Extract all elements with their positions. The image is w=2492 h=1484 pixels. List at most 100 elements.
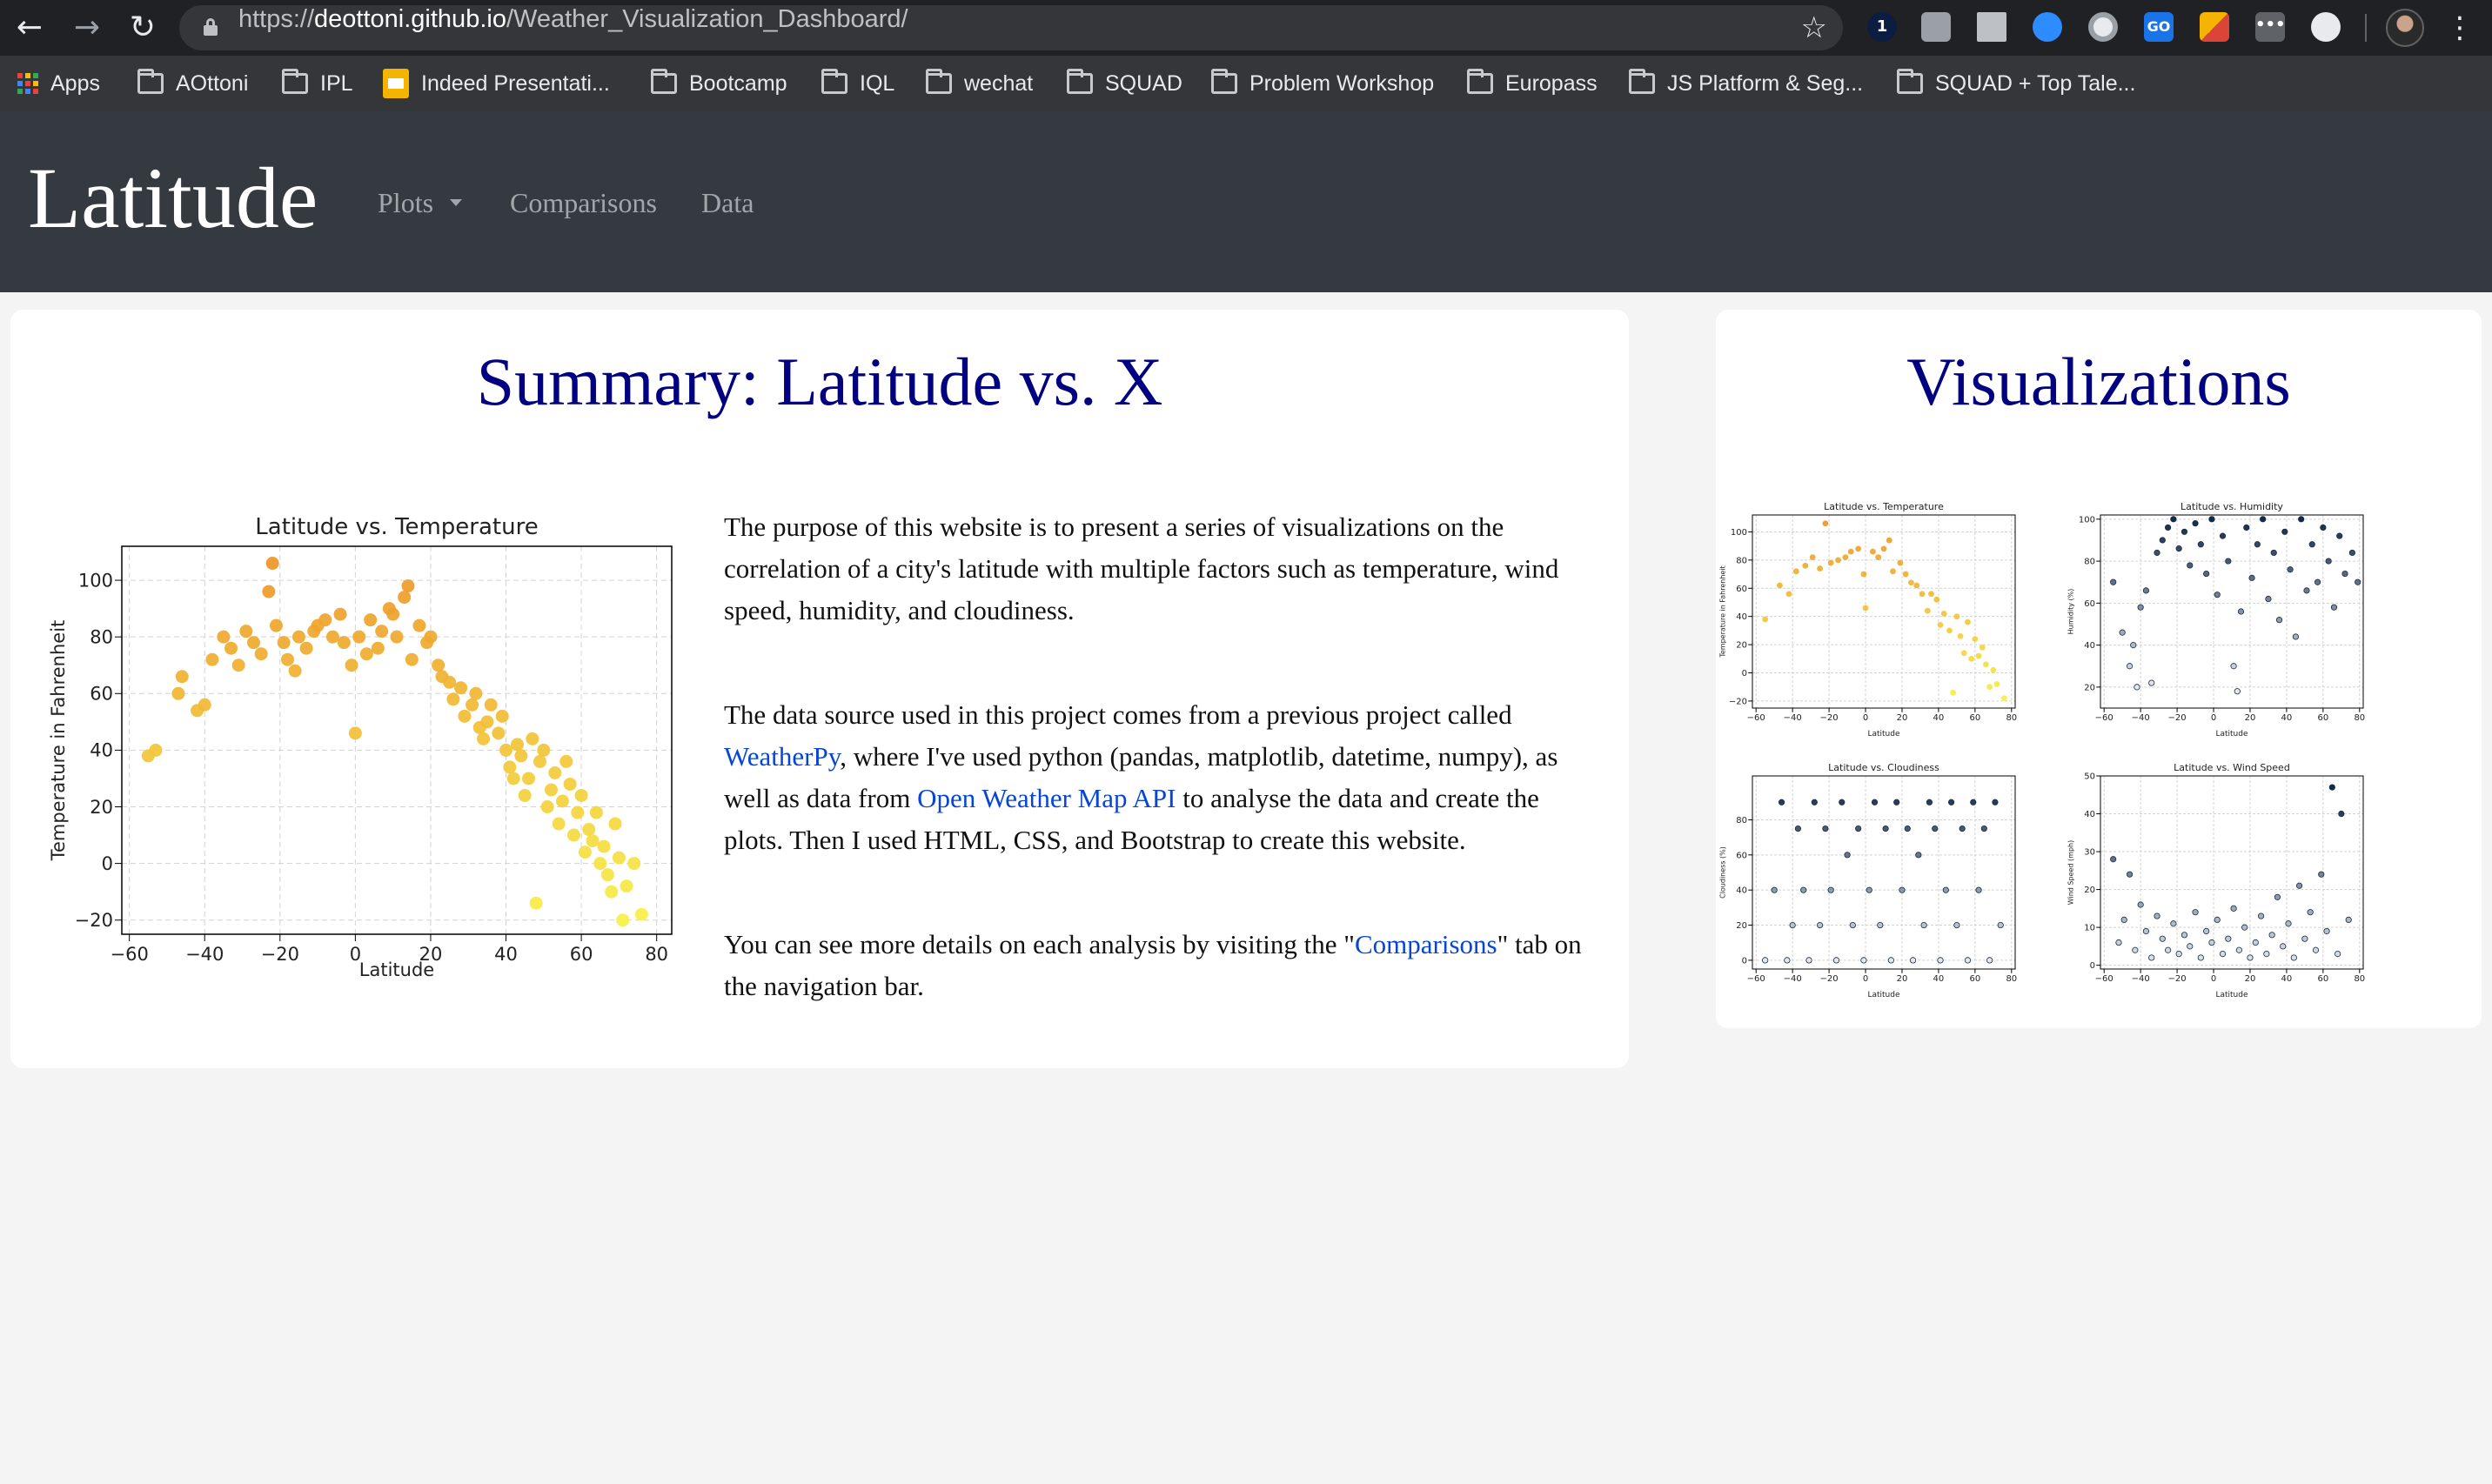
x-tick-label: 20	[2245, 713, 2256, 723]
data-point	[2287, 566, 2294, 573]
folder-icon	[821, 69, 847, 94]
data-point	[526, 732, 539, 745]
data-point	[1771, 886, 1778, 893]
bookmark-squad-top-talent[interactable]: SQUAD + Top Tale...	[1897, 56, 2135, 111]
thumbnail-temperature-chart[interactable]: −60 −40 −20 0 20 40 60 80 −20 0 20 40 60 80 100 Latitud…	[1716, 499, 2026, 741]
data-point	[1839, 799, 1846, 806]
bookmark-label: IQL	[860, 70, 895, 96]
data-point	[2345, 916, 2352, 924]
data-point	[364, 613, 378, 627]
bookmark-indeed-presentation[interactable]: Indeed Presentati...	[383, 56, 610, 111]
caret-down-icon[interactable]	[450, 199, 462, 206]
data-point	[2275, 617, 2283, 624]
extension-slides-icon[interactable]	[2200, 12, 2229, 42]
bookmark-problem-workshop[interactable]: Problem Workshop	[1211, 56, 1434, 111]
extension-go-icon[interactable]: GO	[2144, 12, 2174, 42]
data-point	[1827, 886, 1834, 893]
open-weather-map-api-link[interactable]: Open Weather Map API	[917, 783, 1176, 813]
y-tick-label: 0	[1742, 956, 1747, 966]
bookmark-wechat[interactable]: wechat	[926, 56, 1033, 111]
nav-comparisons[interactable]: Comparisons	[510, 187, 657, 218]
extension-more-icon[interactable]: •••	[2255, 12, 2286, 42]
data-point	[2270, 549, 2277, 557]
data-point	[2126, 871, 2134, 878]
data-point	[1847, 548, 1854, 555]
data-point	[412, 618, 426, 632]
data-point	[371, 641, 385, 655]
x-tick-label: −40	[1784, 713, 1802, 723]
extension-reader-icon[interactable]	[1977, 12, 2006, 42]
data-point	[1928, 591, 1934, 598]
data-point	[1983, 661, 1989, 668]
y-tick-label: 60	[1736, 851, 1747, 860]
data-point	[593, 857, 607, 871]
extension-1password-icon[interactable]: 1	[1867, 12, 1897, 42]
data-point	[1784, 957, 1791, 964]
menu-dots-icon[interactable]: ⋮	[2445, 7, 2475, 49]
data-point	[2225, 558, 2232, 565]
folder-icon	[282, 69, 308, 94]
profile-avatar[interactable]	[2386, 9, 2424, 47]
comparisons-link[interactable]: Comparisons	[1355, 929, 1497, 959]
bookmark-bootcamp[interactable]: Bootcamp	[651, 56, 787, 111]
data-point	[2298, 516, 2305, 523]
data-point	[2197, 541, 2204, 548]
x-tick-label: 80	[2354, 713, 2365, 723]
address-bar[interactable]: https://deottoni.github.io/Weather_Visua…	[179, 5, 1843, 50]
bookmark-star-icon[interactable]: ☆	[1801, 10, 1827, 45]
back-arrow-icon[interactable]: ←	[10, 9, 49, 47]
data-point	[2214, 916, 2221, 924]
data-point	[1953, 613, 1960, 620]
data-point	[1937, 621, 1944, 628]
nav-data[interactable]: Data	[701, 187, 754, 218]
data-point	[597, 839, 611, 853]
lock-icon[interactable]	[204, 18, 218, 36]
thumbnail-humidity-chart[interactable]: −60 −40 −20 0 20 40 60 80 20 40 60 80 100 Latitude vs…	[2064, 499, 2374, 741]
y-tick-label: −20	[1729, 697, 1747, 706]
extension-zoom-icon[interactable]	[2033, 12, 2062, 42]
toolbar-separator	[2365, 14, 2367, 42]
data-point	[405, 652, 419, 666]
extension-code-icon[interactable]	[2311, 12, 2341, 42]
data-point	[2268, 932, 2275, 939]
extension-circle-icon[interactable]	[2088, 12, 2118, 42]
folder-icon	[1897, 69, 1923, 94]
summary-temperature-chart[interactable]: −60 −40 −20 0 20 40 60 80−20020406080100Latitud…	[42, 510, 686, 1014]
data-point	[262, 585, 276, 598]
bookmark-squad[interactable]: SQUAD	[1067, 56, 1182, 111]
data-point	[2126, 663, 2134, 670]
bookmark-iql[interactable]: IQL	[821, 56, 894, 111]
plot-area	[2100, 515, 2363, 708]
data-point	[2134, 684, 2140, 691]
data-point	[1777, 582, 1783, 589]
bookmark-label: Problem Workshop	[1249, 70, 1435, 96]
bookmark-js-platform[interactable]: JS Platform & Seg...	[1629, 56, 1863, 111]
extension-camera-icon[interactable]	[1921, 12, 1951, 42]
data-point	[548, 765, 562, 779]
navbar-brand[interactable]: Latitude	[28, 155, 318, 242]
data-point	[2197, 954, 2204, 961]
data-point	[401, 579, 415, 593]
data-point	[1979, 644, 1986, 651]
bookmark-apps[interactable]: Apps	[17, 56, 100, 111]
bookmark-europass[interactable]: Europass	[1467, 56, 1598, 111]
data-point	[269, 618, 283, 632]
thumbnail-cloudiness-chart[interactable]: −60 −40 −20 0 20 40 60 80 0 20 40 60 80 Latitude vs. …	[1716, 760, 2026, 1002]
bookmark-ipl[interactable]: IPL	[282, 56, 353, 111]
reload-icon[interactable]: ↻	[124, 9, 162, 47]
x-tick-label: −60	[110, 944, 148, 965]
weatherpy-link[interactable]: WeatherPy	[724, 741, 840, 772]
forward-arrow-icon[interactable]: →	[68, 9, 106, 47]
data-point	[1899, 886, 1906, 893]
data-point	[1789, 921, 1796, 929]
url-text[interactable]: https://deottoni.github.io/Weather_Visua…	[238, 5, 908, 50]
data-point	[1957, 632, 1964, 639]
data-point	[443, 675, 457, 689]
y-tick-label: 80	[1736, 816, 1747, 826]
thumbnail-wind-speed-chart[interactable]: −60 −40 −20 0 20 40 60 80 0 10 20 30 40 50 Latitude vs…	[2064, 760, 2374, 1002]
data-point	[1849, 921, 1856, 929]
data-point	[574, 788, 588, 802]
data-point	[198, 698, 211, 712]
nav-plots-dropdown[interactable]: Plots	[378, 187, 433, 218]
bookmark-aottoni[interactable]: AOttoni	[137, 56, 248, 111]
